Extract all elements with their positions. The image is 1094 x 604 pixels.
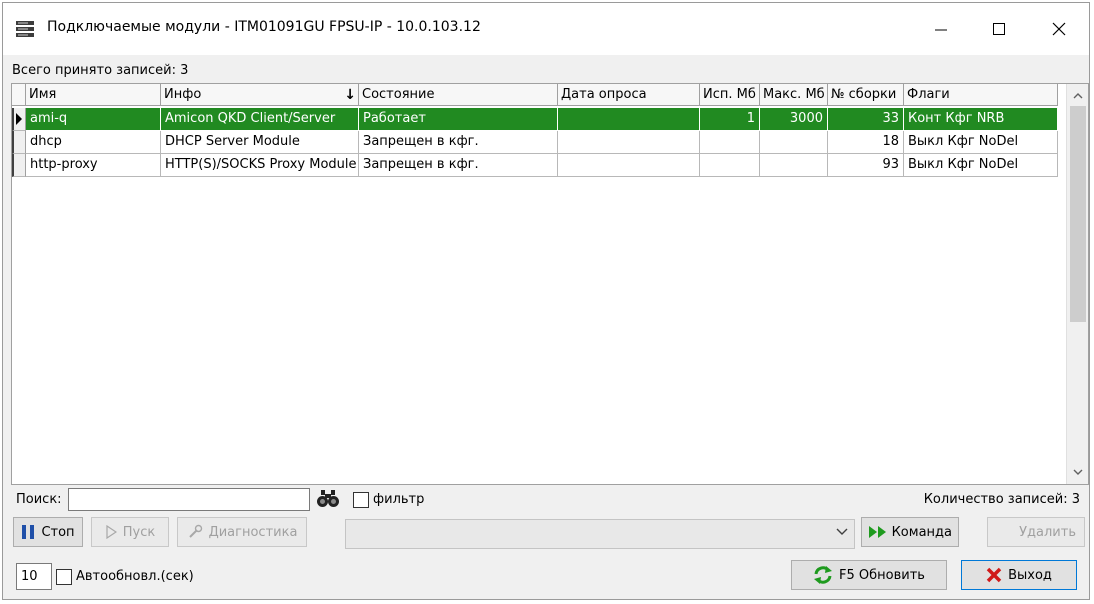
column-header-info-label: Инфо	[164, 87, 202, 102]
column-header-poll-date[interactable]: Дата опроса	[558, 84, 700, 106]
records-count-label: Количество записей: 3	[923, 492, 1080, 507]
start-button-label: Пуск	[122, 524, 156, 540]
cell-build: 18	[828, 131, 904, 154]
chevron-up-icon	[1073, 93, 1083, 99]
table-row[interactable]: http-proxy HTTP(S)/SOCKS Proxy Module За…	[12, 154, 1060, 177]
close-icon	[1052, 22, 1066, 36]
total-records-label: Всего принято записей: 3	[12, 63, 189, 78]
table-row[interactable]: dhcp DHCP Server Module Запрещен в кфг. …	[12, 131, 1060, 154]
diagnostics-button[interactable]: Диагностика	[177, 517, 307, 547]
autorefresh-label: Автообновл.(сек)	[76, 569, 194, 584]
maximize-icon	[993, 23, 1005, 35]
column-header-max-mb[interactable]: Макс. Мб	[760, 84, 828, 106]
cell-info: Amicon QKD Client/Server	[161, 108, 359, 131]
row-pointer-icon	[16, 113, 22, 125]
cell-build: 33	[828, 108, 904, 131]
grid-body: Имя Инфо ↓ Состояние Дата опроса Исп. Мб…	[12, 84, 1060, 484]
stop-button[interactable]: Стоп	[13, 517, 83, 547]
cell-max-mb	[760, 131, 828, 154]
cell-max-mb	[760, 154, 828, 177]
table-row[interactable]: ami-q Amicon QKD Client/Server Работает …	[12, 108, 1060, 131]
minimize-button[interactable]	[911, 3, 971, 55]
scroll-down-button[interactable]	[1067, 462, 1089, 482]
maximize-button[interactable]	[969, 3, 1029, 55]
fast-forward-icon	[869, 526, 886, 538]
exit-button-label: Выход	[1008, 567, 1052, 583]
binoculars-icon[interactable]	[317, 490, 339, 508]
delete-button[interactable]: Удалить	[987, 517, 1085, 547]
cell-used-mb	[700, 154, 760, 177]
modules-grid[interactable]: Имя Инфо ↓ Состояние Дата опроса Исп. Мб…	[11, 83, 1089, 485]
command-button[interactable]: Команда	[861, 517, 959, 547]
exit-button[interactable]: Выход	[961, 560, 1077, 590]
start-button[interactable]: Пуск	[91, 517, 169, 547]
red-x-icon	[986, 567, 1002, 583]
cell-state: Запрещен в кфг.	[359, 154, 558, 177]
cell-name: dhcp	[26, 131, 161, 154]
cell-used-mb: 1	[700, 108, 760, 131]
chevron-down-icon	[836, 528, 848, 535]
scroll-up-button[interactable]	[1067, 86, 1089, 106]
cell-used-mb	[700, 131, 760, 154]
delete-button-label: Удалить	[1019, 524, 1076, 540]
row-indicator	[12, 154, 26, 177]
cell-poll-date	[558, 131, 700, 154]
refresh-button-label: F5 Обновить	[839, 567, 925, 583]
command-button-label: Команда	[891, 524, 952, 540]
cell-name: http-proxy	[26, 154, 161, 177]
vertical-scrollbar[interactable]	[1066, 84, 1088, 484]
stop-button-label: Стоп	[41, 524, 75, 540]
autorefresh-checkbox[interactable]	[56, 569, 72, 585]
filter-checkbox[interactable]	[353, 492, 369, 508]
close-button[interactable]	[1029, 3, 1089, 55]
cell-flags: Конт Кфг NRB	[904, 108, 1058, 131]
filter-label: фильтр	[373, 492, 425, 507]
row-indicator	[12, 108, 26, 131]
row-indicator	[12, 131, 26, 154]
scrollbar-thumb[interactable]	[1070, 106, 1086, 322]
cell-state: Работает	[359, 108, 558, 131]
cell-info: DHCP Server Module	[161, 131, 359, 154]
cell-flags: Выкл Кфг NoDel	[904, 131, 1058, 154]
column-header-flags[interactable]: Флаги	[904, 84, 1058, 106]
cell-poll-date	[558, 108, 700, 131]
column-header-build[interactable]: № сборки	[828, 84, 904, 106]
refresh-icon	[814, 566, 833, 584]
autorefresh-interval-input[interactable]: 10	[16, 563, 52, 590]
plugin-modules-window: Подключаемые модули - ITM01091GU FPSU-IP…	[2, 2, 1090, 600]
search-input[interactable]	[68, 488, 310, 511]
minimize-icon	[935, 29, 947, 31]
sort-down-icon: ↓	[344, 87, 356, 103]
column-header-info[interactable]: Инфо ↓	[161, 84, 359, 106]
play-icon	[106, 525, 117, 539]
column-header-used-mb[interactable]: Исп. Мб	[700, 84, 760, 106]
cell-flags: Выкл Кфг NoDel	[904, 154, 1058, 177]
cell-info: HTTP(S)/SOCKS Proxy Module	[161, 154, 359, 177]
cell-name: ami-q	[26, 108, 161, 131]
cell-build: 93	[828, 154, 904, 177]
cell-max-mb: 3000	[760, 108, 828, 131]
column-header-state[interactable]: Состояние	[359, 84, 558, 106]
wrench-icon	[188, 524, 202, 538]
refresh-button[interactable]: F5 Обновить	[791, 560, 947, 590]
chevron-down-icon	[1073, 469, 1083, 475]
title-bar: Подключаемые модули - ITM01091GU FPSU-IP…	[3, 3, 1089, 55]
column-header-name[interactable]: Имя	[26, 84, 161, 106]
diagnostics-button-label: Диагностика	[208, 524, 298, 540]
cell-poll-date	[558, 154, 700, 177]
window-title: Подключаемые модули - ITM01091GU FPSU-IP…	[47, 19, 481, 35]
pause-icon	[22, 525, 35, 539]
command-combobox[interactable]	[345, 519, 855, 549]
search-label: Поиск:	[16, 492, 62, 507]
cell-state: Запрещен в кфг.	[359, 131, 558, 154]
row-indicator-header	[12, 84, 26, 106]
server-rack-icon	[16, 21, 34, 37]
